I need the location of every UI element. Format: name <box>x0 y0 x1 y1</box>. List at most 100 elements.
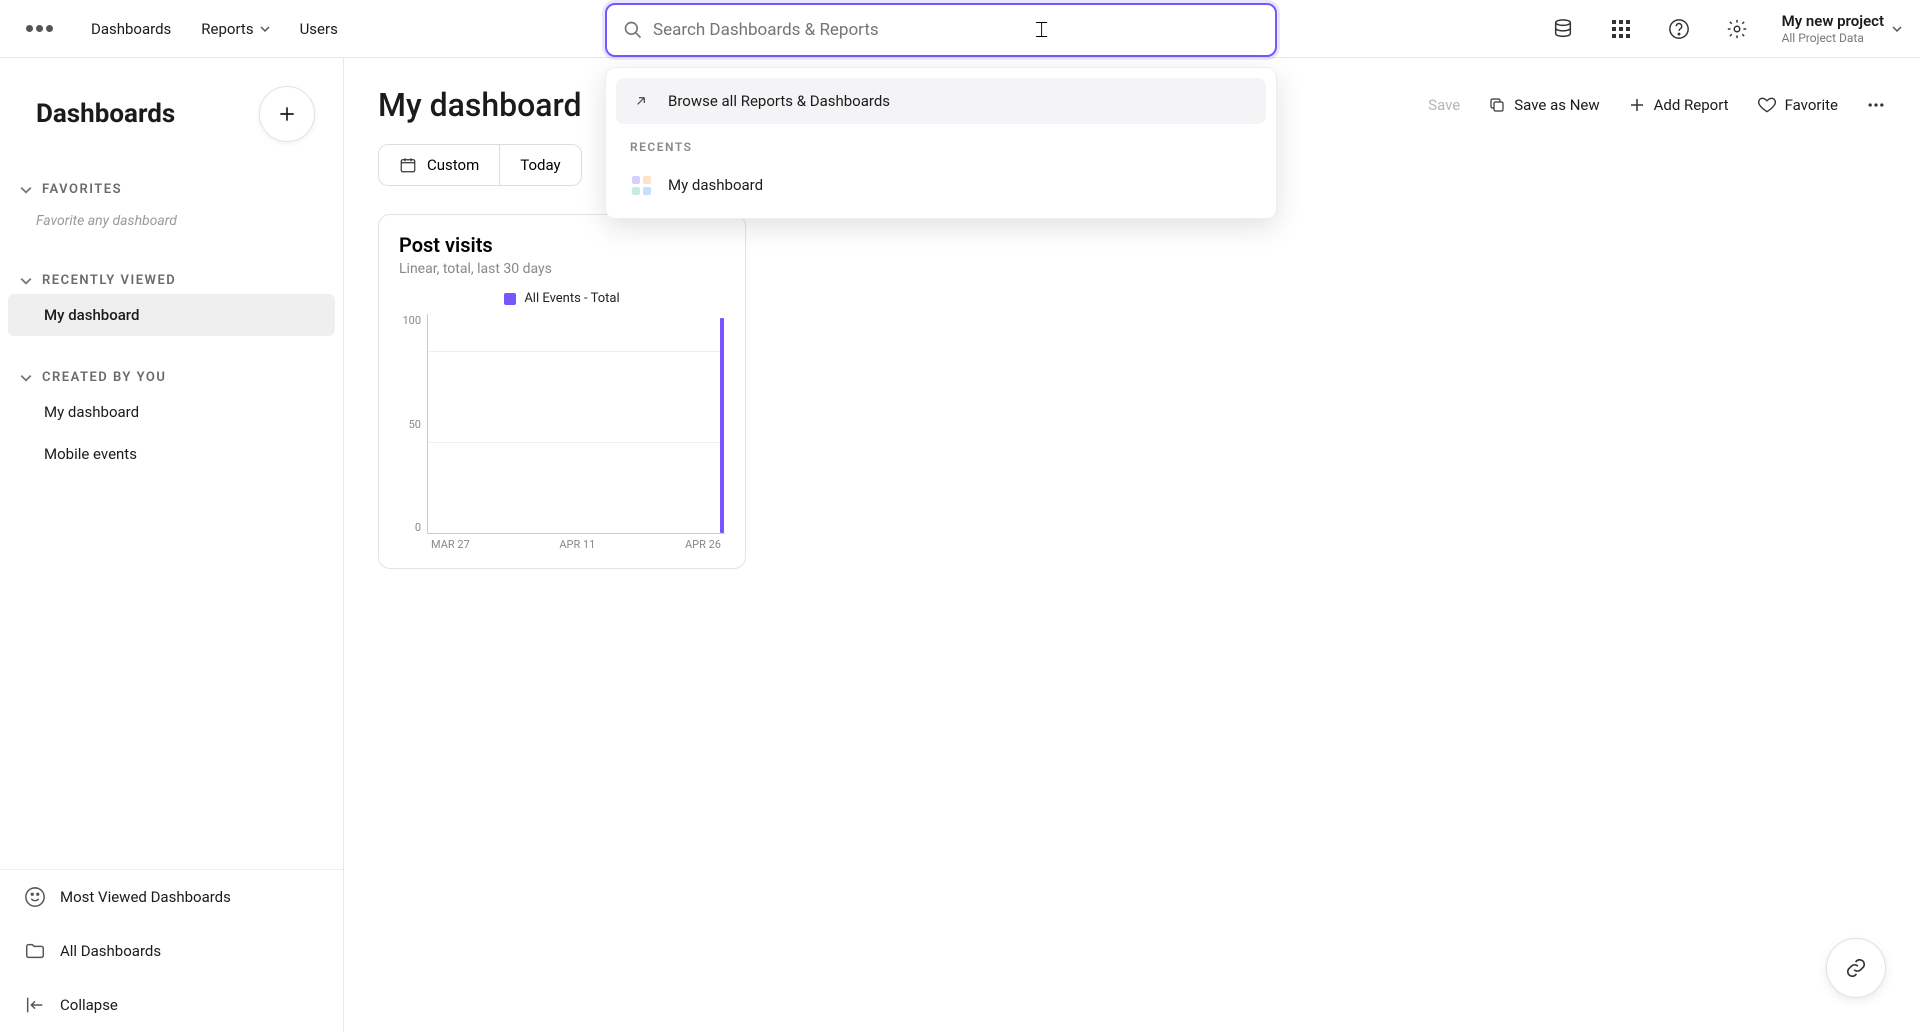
x-tick: MAR 27 <box>431 538 470 554</box>
report-card[interactable]: Post visits Linear, total, last 30 days … <box>378 214 746 569</box>
favorites-label: FAVORITES <box>42 182 122 197</box>
date-custom-button[interactable]: Custom <box>379 145 500 185</box>
help-icon[interactable] <box>1666 16 1692 42</box>
x-tick: APR 26 <box>685 538 721 554</box>
y-tick: 100 <box>402 314 421 327</box>
sidebar-item-mobile-events[interactable]: Mobile events <box>8 433 335 475</box>
created-by-you-label: CREATED BY YOU <box>42 370 166 385</box>
favorite-button[interactable]: Favorite <box>1757 95 1838 115</box>
logo-icon[interactable] <box>18 25 61 32</box>
link-icon <box>1845 957 1867 979</box>
plus-icon <box>277 104 297 124</box>
sidebar-title: Dashboards <box>36 99 175 129</box>
recent-item-label: My dashboard <box>668 176 763 194</box>
legend-label: All Events - Total <box>524 291 619 306</box>
date-custom-label: Custom <box>427 156 479 174</box>
project-selector[interactable]: My new project All Project Data <box>1782 12 1902 45</box>
folder-icon <box>24 940 46 962</box>
sidebar-footer: Most Viewed Dashboards All Dashboards Co… <box>0 869 343 1032</box>
more-menu-button[interactable] <box>1866 95 1886 115</box>
recently-viewed-label: RECENTLY VIEWED <box>42 273 176 288</box>
collapse-icon <box>24 994 46 1016</box>
nav-reports[interactable]: Reports <box>201 20 269 38</box>
topnav-right: My new project All Project Data <box>1550 12 1902 45</box>
chart-bar <box>720 318 724 533</box>
x-axis: MAR 27 APR 11 APR 26 <box>427 534 725 554</box>
database-icon[interactable] <box>1550 16 1576 42</box>
nav-dashboards[interactable]: Dashboards <box>91 20 171 38</box>
save-label: Save <box>1428 96 1460 114</box>
favorites-empty: Favorite any dashboard <box>0 203 343 239</box>
nav-reports-label: Reports <box>201 20 253 38</box>
date-range-selector: Custom Today <box>378 144 582 186</box>
sidebar-item-label: My dashboard <box>44 306 139 324</box>
nav-users-label: Users <box>300 20 338 38</box>
more-icon <box>1866 95 1886 115</box>
chevron-down-icon <box>260 24 270 34</box>
favorites-header[interactable]: FAVORITES <box>0 176 343 203</box>
browse-all-item[interactable]: Browse all Reports & Dashboards <box>616 78 1266 124</box>
plus-icon <box>1628 96 1646 114</box>
browse-all-label: Browse all Reports & Dashboards <box>668 92 890 110</box>
sidebar-section-favorites: FAVORITES Favorite any dashboard <box>0 162 343 253</box>
sidebar: Dashboards FAVORITES Favorite any dashbo… <box>0 58 344 1032</box>
legend-swatch-icon <box>504 293 516 305</box>
save-as-new-button[interactable]: Save as New <box>1488 96 1599 114</box>
search-box[interactable]: ⌶ <box>605 3 1277 57</box>
settings-icon[interactable] <box>1724 16 1750 42</box>
search-input[interactable] <box>653 20 1259 40</box>
main-actions: Save Save as New Add Report Favorite <box>1428 95 1886 115</box>
sidebar-header: Dashboards <box>0 58 343 162</box>
nav-users[interactable]: Users <box>300 20 338 38</box>
apps-grid-icon[interactable] <box>1608 16 1634 42</box>
y-tick: 0 <box>415 521 421 534</box>
date-today-button[interactable]: Today <box>500 145 580 185</box>
project-subtitle: All Project Data <box>1782 31 1884 45</box>
card-subtitle: Linear, total, last 30 days <box>399 261 725 277</box>
chevron-down-icon <box>20 372 32 384</box>
search-icon <box>623 20 643 40</box>
most-viewed-button[interactable]: Most Viewed Dashboards <box>0 870 343 924</box>
most-viewed-label: Most Viewed Dashboards <box>60 888 231 906</box>
search-panel: ⌶ Browse all Reports & Dashboards RECENT… <box>605 3 1277 219</box>
y-tick: 50 <box>409 418 421 431</box>
date-today-label: Today <box>520 156 560 174</box>
chevron-down-icon <box>20 275 32 287</box>
sidebar-item-label: My dashboard <box>44 403 139 421</box>
recent-item[interactable]: My dashboard <box>616 162 1266 208</box>
all-dashboards-button[interactable]: All Dashboards <box>0 924 343 978</box>
project-text: My new project All Project Data <box>1782 12 1884 45</box>
add-dashboard-button[interactable] <box>259 86 315 142</box>
copy-icon <box>1488 96 1506 114</box>
chart-legend: All Events - Total <box>399 291 725 306</box>
sidebar-item-my-dashboard[interactable]: My dashboard <box>8 294 335 336</box>
topnav-left: Dashboards Reports Users <box>18 20 338 38</box>
nav-dashboards-label: Dashboards <box>91 20 171 38</box>
dashboard-icon <box>630 174 652 196</box>
chevron-down-icon <box>20 184 32 196</box>
search-dropdown: Browse all Reports & Dashboards RECENTS … <box>605 67 1277 219</box>
page-title: My dashboard <box>378 86 582 124</box>
save-button[interactable]: Save <box>1428 96 1460 114</box>
add-report-label: Add Report <box>1654 96 1729 114</box>
sidebar-section-recently-viewed: RECENTLY VIEWED My dashboard <box>0 253 343 350</box>
collapse-label: Collapse <box>60 996 118 1014</box>
heart-icon <box>1757 95 1777 115</box>
project-name: My new project <box>1782 12 1884 30</box>
x-tick: APR 11 <box>559 538 595 554</box>
recently-viewed-header[interactable]: RECENTLY VIEWED <box>0 267 343 294</box>
all-dashboards-label: All Dashboards <box>60 942 161 960</box>
add-report-button[interactable]: Add Report <box>1628 96 1729 114</box>
favorite-label: Favorite <box>1785 96 1838 114</box>
plot-area <box>427 314 725 534</box>
sidebar-item-label: Mobile events <box>44 445 137 463</box>
created-by-you-header[interactable]: CREATED BY YOU <box>0 364 343 391</box>
external-link-icon <box>630 90 652 112</box>
chart: 100 50 0 MAR 27 APR 11 APR 26 <box>399 314 725 554</box>
sidebar-section-created-by-you: CREATED BY YOU My dashboard Mobile event… <box>0 350 343 489</box>
link-fab-button[interactable] <box>1826 938 1886 998</box>
sidebar-item-my-dashboard-2[interactable]: My dashboard <box>8 391 335 433</box>
collapse-button[interactable]: Collapse <box>0 978 343 1032</box>
chevron-down-icon <box>1892 24 1902 34</box>
save-as-new-label: Save as New <box>1514 96 1599 114</box>
